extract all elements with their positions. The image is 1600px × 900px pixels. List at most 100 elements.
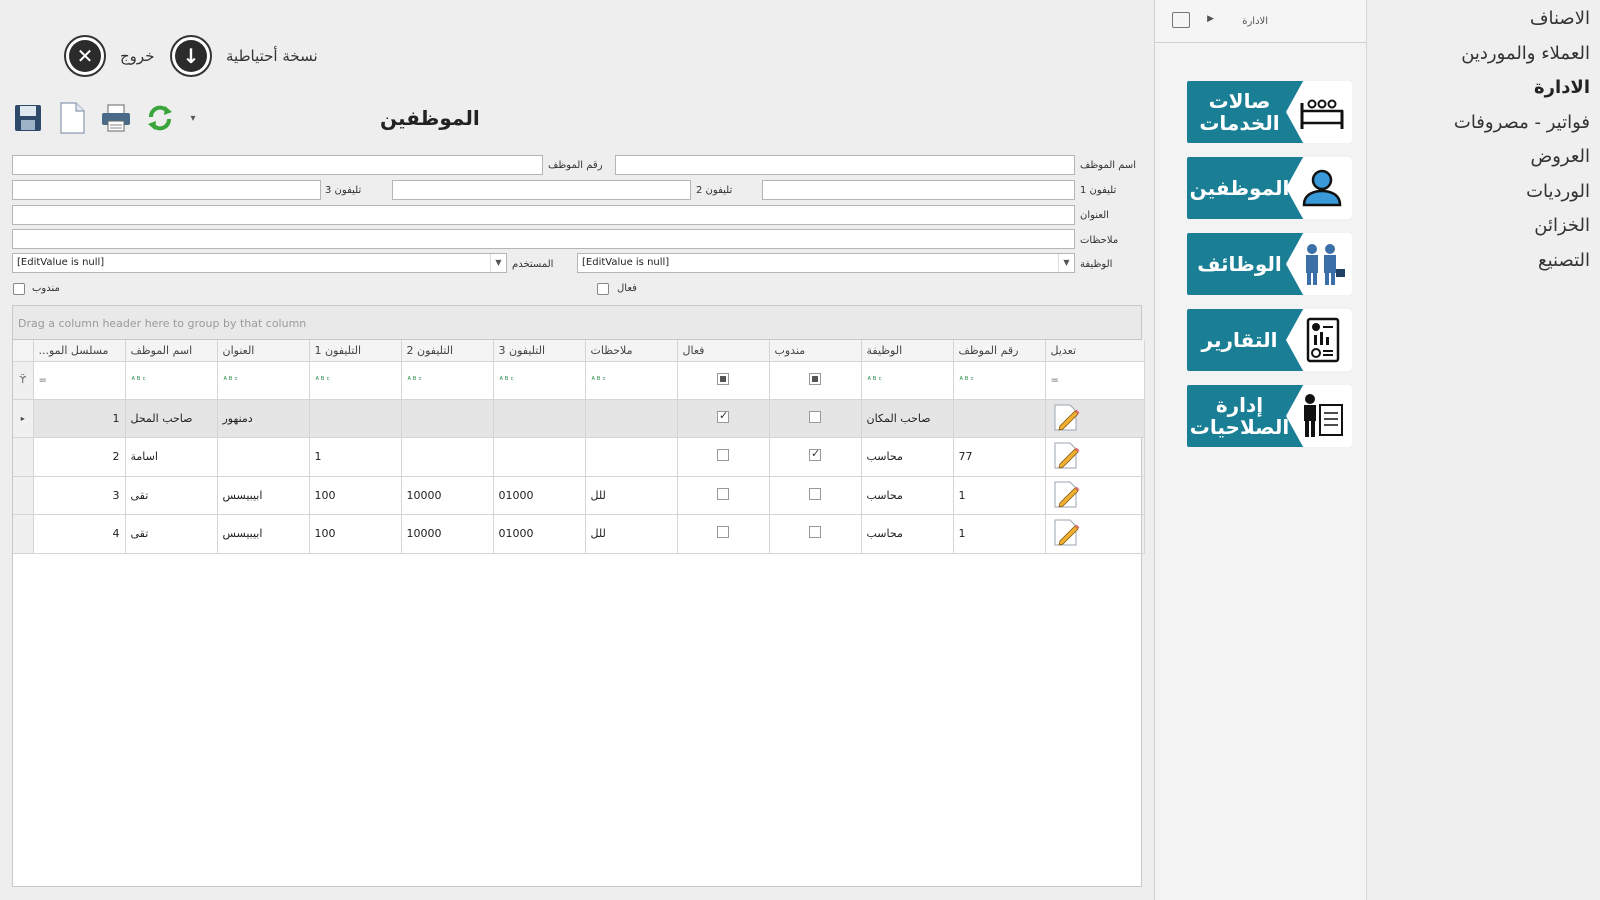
delegate-checkbox[interactable]: [809, 526, 821, 539]
column-header[interactable]: العنوان: [217, 340, 310, 362]
filter-cell[interactable]: [677, 361, 770, 400]
tile-permissions[interactable]: إدارة الصلاحيات: [1187, 385, 1352, 447]
cell-edit[interactable]: [1045, 514, 1145, 554]
cell-phone1[interactable]: 1: [309, 437, 402, 477]
menu-item-offers[interactable]: العروض: [1367, 140, 1600, 175]
group-by-panel[interactable]: Drag a column header here to group by th…: [13, 306, 1141, 340]
cell-delegate[interactable]: [769, 514, 862, 554]
cell-address[interactable]: ابيبيسس: [217, 476, 310, 515]
cell-address[interactable]: [217, 437, 310, 477]
filter-cell[interactable]: ᴬᴮᶜ: [493, 361, 586, 400]
cell-serial[interactable]: 1: [33, 399, 126, 438]
filter-cell[interactable]: ᴬᴮᶜ: [125, 361, 218, 400]
cell-active[interactable]: [677, 437, 770, 477]
cell-phone3[interactable]: [493, 437, 586, 477]
active-checkbox[interactable]: [717, 487, 729, 500]
backup-button[interactable]: نسخة أحتياطية ↓: [170, 34, 318, 78]
cell-notes[interactable]: [585, 437, 678, 477]
filter-cell[interactable]: ᴬᴮᶜ: [217, 361, 310, 400]
cell-delegate[interactable]: [769, 399, 862, 438]
active-checkbox[interactable]: [717, 526, 729, 539]
chevron-down-icon[interactable]: ▼: [1058, 254, 1074, 272]
cell-job[interactable]: محاسب: [861, 476, 954, 515]
menu-item-shifts[interactable]: الورديات: [1367, 175, 1600, 210]
user-select[interactable]: [EditValue is null] ▼: [12, 253, 507, 273]
cell-serial[interactable]: 4: [33, 514, 126, 554]
job-select[interactable]: [EditValue is null] ▼: [577, 253, 1075, 273]
back-icon[interactable]: [1172, 12, 1190, 28]
cell-emp_no[interactable]: [953, 399, 1046, 438]
filter-cell[interactable]: ᴬᴮᶜ: [585, 361, 678, 400]
cell-serial[interactable]: 2: [33, 437, 126, 477]
cell-name[interactable]: اسامة: [125, 437, 218, 477]
active-checkbox[interactable]: [717, 449, 729, 462]
table-row[interactable]: 2اسامة 1 محاسب77: [13, 437, 1145, 477]
refresh-button[interactable]: [142, 101, 178, 135]
cell-phone2[interactable]: [401, 399, 494, 438]
column-header[interactable]: الوظيفة: [861, 340, 954, 362]
emp-name-field[interactable]: [615, 155, 1075, 175]
edit-pencil-icon[interactable]: [1051, 479, 1081, 509]
cell-name[interactable]: صاحب المحل: [125, 399, 218, 438]
active-checkbox[interactable]: [597, 283, 609, 295]
cell-active[interactable]: [677, 476, 770, 515]
column-header[interactable]: اسم الموظف: [125, 340, 218, 362]
delegate-checkbox[interactable]: [809, 410, 821, 423]
notes-field[interactable]: [12, 229, 1075, 249]
address-field[interactable]: [12, 205, 1075, 225]
row-indicator[interactable]: [13, 437, 34, 477]
emp-no-field[interactable]: [12, 155, 543, 175]
refresh-dropdown[interactable]: ▾: [186, 101, 200, 135]
tile-employees[interactable]: الموظفين: [1187, 157, 1352, 219]
row-indicator[interactable]: [13, 514, 34, 554]
delegate-checkbox[interactable]: [809, 487, 821, 500]
cell-phone2[interactable]: [401, 437, 494, 477]
tile-service-halls[interactable]: صالات الخدمات: [1187, 81, 1352, 143]
menu-item-safes[interactable]: الخزائن: [1367, 209, 1600, 244]
cell-phone1[interactable]: 100: [309, 476, 402, 515]
cell-edit[interactable]: [1045, 476, 1145, 515]
filter-cell[interactable]: =: [33, 361, 126, 400]
filter-checkbox[interactable]: [717, 372, 729, 385]
filter-cell[interactable]: ᴬᴮᶜ: [309, 361, 402, 400]
cell-job[interactable]: محاسب: [861, 514, 954, 554]
tile-jobs[interactable]: الوظائف: [1187, 233, 1352, 295]
column-header[interactable]: التليفون 1: [309, 340, 402, 362]
cell-phone1[interactable]: 100: [309, 514, 402, 554]
row-indicator[interactable]: [13, 476, 34, 515]
table-row[interactable]: 3 تقى ابيبيسس 100 10000 01000 للل محاسب 1: [13, 476, 1145, 515]
cell-active[interactable]: [677, 399, 770, 438]
column-header[interactable]: التليفون 3: [493, 340, 586, 362]
menu-item-invoices-expenses[interactable]: فواتير - مصروفات: [1367, 106, 1600, 141]
cell-phone3[interactable]: 01000: [493, 476, 586, 515]
menu-item-customers-suppliers[interactable]: العملاء والموردين: [1367, 37, 1600, 72]
phone2-field[interactable]: [392, 180, 691, 200]
cell-emp_no[interactable]: 77: [953, 437, 1046, 477]
cell-emp_no[interactable]: 1: [953, 476, 1046, 515]
menu-item-items[interactable]: الاصناف: [1367, 2, 1600, 37]
cell-active[interactable]: [677, 514, 770, 554]
cell-serial[interactable]: 3: [33, 476, 126, 515]
cell-phone2[interactable]: 10000: [401, 514, 494, 554]
edit-pencil-icon[interactable]: [1051, 402, 1081, 432]
cell-emp_no[interactable]: 1: [953, 514, 1046, 554]
column-header[interactable]: التليفون 2: [401, 340, 494, 362]
cell-edit[interactable]: [1045, 399, 1145, 438]
cell-address[interactable]: دمنهور: [217, 399, 310, 438]
cell-phone1[interactable]: [309, 399, 402, 438]
new-button[interactable]: [54, 101, 90, 135]
cell-notes[interactable]: للل: [585, 514, 678, 554]
phone3-field[interactable]: [12, 180, 321, 200]
phone1-field[interactable]: [762, 180, 1075, 200]
cell-notes[interactable]: [585, 399, 678, 438]
menu-item-administration[interactable]: الادارة: [1367, 71, 1600, 106]
cell-job[interactable]: صاحب المكان: [861, 399, 954, 438]
filter-cell[interactable]: =: [1045, 361, 1145, 400]
cell-job[interactable]: محاسب: [861, 437, 954, 477]
cell-name[interactable]: تقى: [125, 514, 218, 554]
cell-address[interactable]: ابيبيسس: [217, 514, 310, 554]
delegate-checkbox[interactable]: [809, 447, 821, 462]
column-header[interactable]: مندوب: [769, 340, 862, 362]
filter-cell[interactable]: [769, 361, 862, 400]
filter-cell[interactable]: ᴬᴮᶜ: [861, 361, 954, 400]
